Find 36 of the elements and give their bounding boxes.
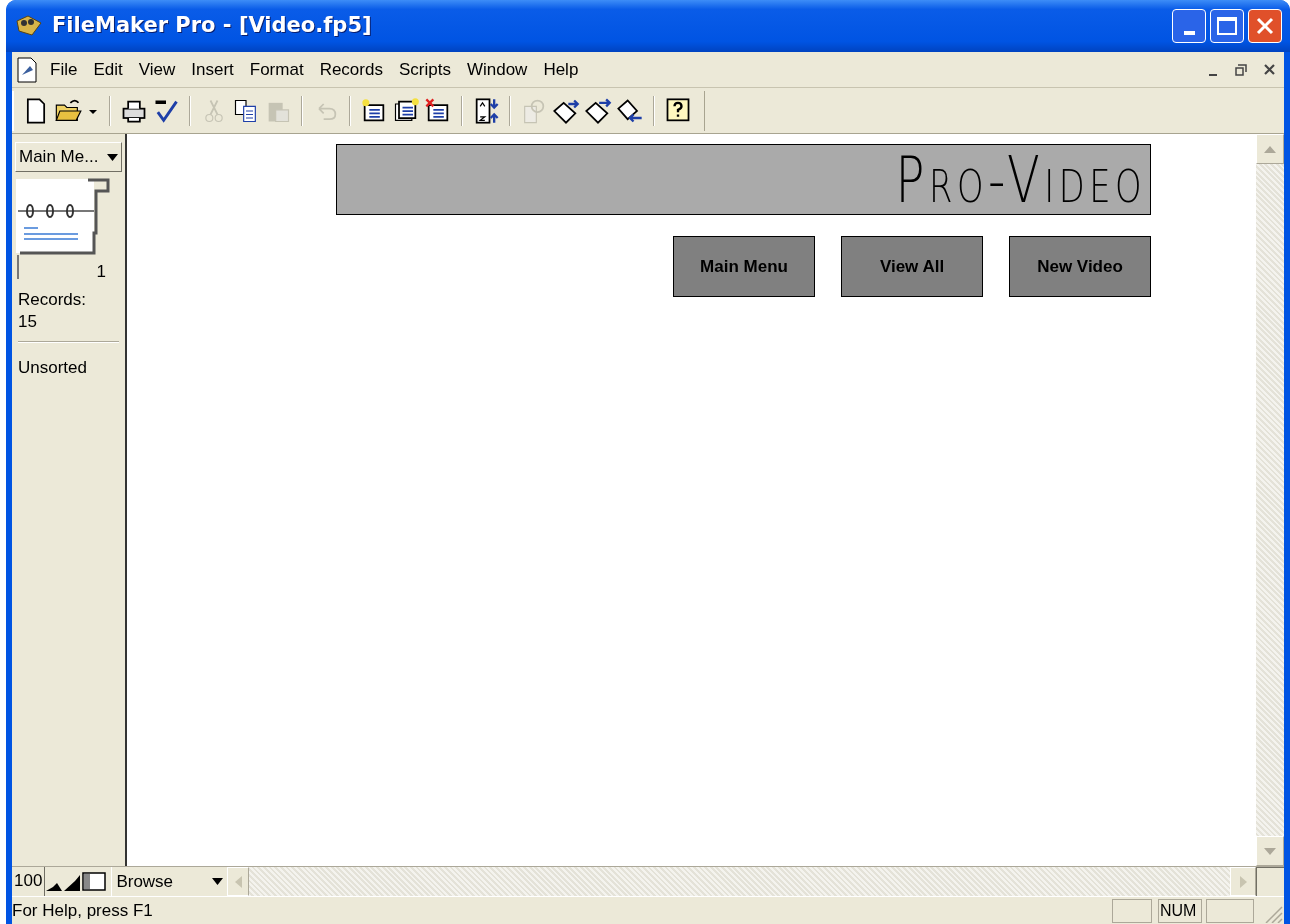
minimize-button[interactable] (1172, 9, 1206, 43)
menu-item[interactable]: Help (535, 57, 587, 82)
horizontal-scrollbar[interactable] (249, 867, 1230, 896)
close-icon (1263, 64, 1275, 75)
menu-item[interactable]: Insert (183, 57, 242, 82)
menu-item[interactable]: View (130, 57, 184, 82)
num-lock-indicator: NUM (1158, 898, 1202, 923)
menu-item[interactable]: Scripts (390, 57, 459, 82)
window-title: FileMaker Pro - [Video.fp5] (52, 12, 372, 40)
menu-item[interactable]: Window (458, 57, 536, 82)
sort-status: Unsorted (17, 357, 88, 379)
records-label: Records: (17, 289, 88, 311)
layout-button[interactable]: Main Menu (673, 236, 815, 297)
header-title: Pro-Video (895, 147, 1146, 212)
status-panel (1112, 898, 1152, 923)
close-icon (1256, 17, 1274, 35)
maximize-button[interactable] (1210, 9, 1244, 43)
caret-icon (107, 153, 118, 161)
scrollbar-corner (1256, 867, 1284, 896)
menu-item[interactable]: Edit (85, 57, 131, 82)
document-icon[interactable] (16, 56, 38, 83)
record-count: 15 (17, 311, 38, 333)
status-panel (1206, 898, 1254, 923)
layout-button[interactable]: View All (841, 236, 983, 297)
status-text: For Help, press F1 (12, 899, 154, 922)
menu-item[interactable]: File (42, 57, 86, 82)
page-number: 1 (96, 263, 106, 280)
layout-button[interactable]: New Video (1009, 236, 1151, 297)
restore-icon (1235, 63, 1247, 76)
menu-item[interactable]: Records (311, 57, 391, 82)
layout-dropdown[interactable]: Main Me... (15, 142, 122, 172)
app-icon (14, 13, 44, 39)
caret-icon (212, 878, 224, 885)
zoom-level[interactable]: 100 (12, 867, 46, 896)
close-button[interactable] (1248, 9, 1282, 43)
menu-item[interactable]: Format (241, 57, 312, 82)
